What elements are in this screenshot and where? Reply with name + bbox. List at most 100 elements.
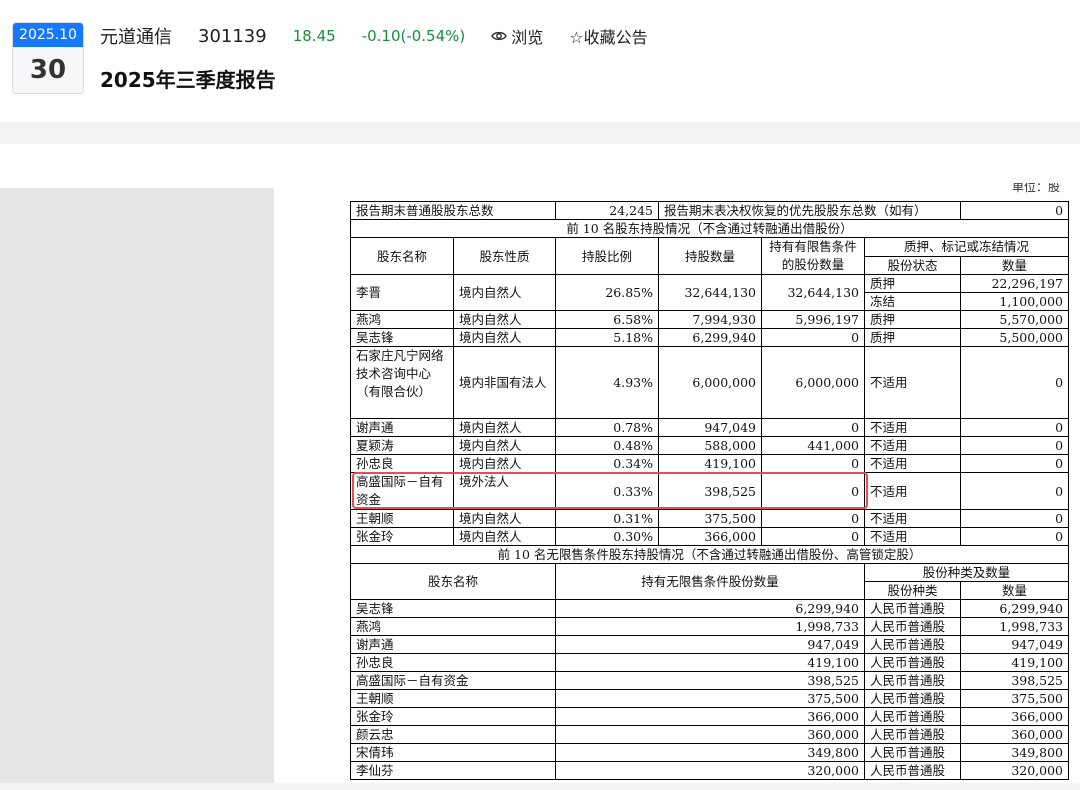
stock-change: -0.10(-0.54%) <box>361 27 466 45</box>
date-badge: 2025.10 30 <box>12 22 84 94</box>
holder-nature: 境外法人 <box>452 472 557 510</box>
browse-button[interactable]: 浏览 <box>491 24 543 48</box>
column-header: 持股比例 <box>555 237 660 275</box>
holding-ratio: 26.85% <box>555 274 660 311</box>
unrestricted-qty: 419,100 <box>555 653 866 672</box>
summary-row: 报告期末普通股股东总数 24,245 报告期末表决权恢复的优先股股东总数（如有） 0 <box>349 201 1070 220</box>
pledge-status: 不适用 <box>864 418 962 437</box>
table-row: 李晋 境内自然人 26.85% 32,644,130 32,644,130 质押 22,29… <box>350 274 1070 311</box>
holder-nature: 境内自然人 <box>452 328 557 347</box>
table-row: 燕鸿 1,998,733 人民币普通股 1,998,733 <box>349 617 1070 636</box>
share-type: 人民币普通股 <box>864 689 962 708</box>
table-header-row: 股东名称 持有无限售条件股份数量 股份种类及数量 <box>349 563 1070 600</box>
pledge-status: 不适用 <box>864 346 962 419</box>
pledge-status: 不适用 <box>864 527 962 546</box>
table-row: 燕鸿 境内自然人 6.58% 7,994,930 5,996,197 质押 5,570,00… <box>350 310 1070 329</box>
section-title: 前 10 名无限售条件股东持股情况（不含通过转融通出借股份、高管锁定股） <box>349 545 1070 564</box>
restricted-qty: 5,996,197 <box>761 310 866 329</box>
pledge-status: 质押 <box>864 328 962 347</box>
share-type: 人民币普通股 <box>864 761 962 780</box>
pledge-qty: 22,296,197 <box>960 274 1070 293</box>
holder-name: 吴志锋 <box>350 328 454 347</box>
holder-nature: 境内非国有法人 <box>452 346 557 419</box>
holding-ratio: 0.48% <box>555 436 660 455</box>
restricted-qty: 0 <box>761 527 866 546</box>
holding-qty: 6,000,000 <box>658 346 763 419</box>
pledge-status: 不适用 <box>864 472 962 510</box>
viewer-side-panel <box>0 188 274 790</box>
section-title-row: 前 10 名无限售条件股东持股情况（不含通过转融通出借股份、高管锁定股） <box>349 545 1070 564</box>
section-divider <box>0 122 1080 144</box>
table-row: 张金玲 境内自然人 0.30% 366,000 0 不适用 0 <box>350 527 1070 546</box>
restricted-qty: 0 <box>761 509 866 528</box>
holding-ratio: 4.93% <box>555 346 660 419</box>
holder-name: 张金玲 <box>349 707 557 726</box>
summary-value: 24,245 <box>555 201 660 220</box>
holder-name: 夏颖涛 <box>350 436 454 455</box>
share-type: 人民币普通股 <box>864 725 962 744</box>
holder-nature: 境内自然人 <box>452 310 557 329</box>
unrestricted-qty: 360,000 <box>555 725 866 744</box>
table-row: 吴志锋 6,299,940 人民币普通股 6,299,940 <box>349 599 1070 618</box>
restricted-qty: 32,644,130 <box>761 274 866 311</box>
holder-name: 孙忠良 <box>350 454 454 473</box>
bottom-strip <box>0 783 1080 790</box>
restricted-qty: 0 <box>761 472 866 510</box>
pledge-qty: 0 <box>960 509 1070 528</box>
share-type: 人民币普通股 <box>864 635 962 654</box>
table-row: 石家庄凡宁网络技术咨询中心（有限合伙） 境内非国有法人 4.93% 6,000,000… <box>350 346 1070 419</box>
holding-ratio: 0.78% <box>555 418 660 437</box>
stock-code[interactable]: 301139 <box>198 26 267 47</box>
table-row: 谢声通 947,049 人民币普通股 947,049 <box>349 635 1070 654</box>
holding-ratio: 0.30% <box>555 527 660 546</box>
column-header: 数量 <box>960 255 1070 275</box>
holding-qty: 947,049 <box>658 418 763 437</box>
holding-ratio: 0.34% <box>555 454 660 473</box>
favorite-button[interactable]: ☆收藏公告 <box>569 24 647 48</box>
pledge-status: 不适用 <box>864 509 962 528</box>
holder-nature: 境内自然人 <box>452 418 557 437</box>
holder-name: 燕鸿 <box>349 617 557 636</box>
table-header-row: 股东名称 股东性质 持股比例 持股数量 持有有限售条件的股份数量 质押、标记或冻结情况 <box>350 237 1070 275</box>
table-row: 孙忠良 419,100 人民币普通股 419,100 <box>349 653 1070 672</box>
eye-icon <box>491 31 508 41</box>
holding-ratio: 6.58% <box>555 310 660 329</box>
holder-name: 颜云忠 <box>349 725 557 744</box>
holding-qty: 588,000 <box>658 436 763 455</box>
date-year-month: 2025.10 <box>13 23 83 47</box>
holding-ratio: 0.31% <box>555 509 660 528</box>
holding-qty: 375,500 <box>658 509 763 528</box>
unrestricted-qty: 320,000 <box>555 761 866 780</box>
restricted-qty: 0 <box>761 454 866 473</box>
share-type-qty: 398,525 <box>960 671 1070 690</box>
share-type-qty: 947,049 <box>960 635 1070 654</box>
pledge-qty: 0 <box>960 472 1070 510</box>
holding-ratio: 0.33% <box>555 472 660 510</box>
unit-note: 单位：股 <box>1012 183 1061 194</box>
summary-label: 报告期末表决权恢复的优先股股东总数（如有） <box>658 201 962 220</box>
table-row: 宋倩玮 349,800 人民币普通股 349,800 <box>349 743 1070 762</box>
pledge-qty: 5,500,000 <box>960 328 1070 347</box>
pledge-status: 质押 <box>864 310 962 329</box>
table-row: 王朝顺 375,500 人民币普通股 375,500 <box>349 689 1070 708</box>
holder-name: 石家庄凡宁网络技术咨询中心（有限合伙） <box>350 346 454 419</box>
holding-qty: 366,000 <box>658 527 763 546</box>
favorite-label: ☆收藏公告 <box>569 28 648 47</box>
restricted-qty: 0 <box>761 328 866 347</box>
pledge-qty: 0 <box>960 527 1070 546</box>
stock-name[interactable]: 元道通信 <box>100 23 172 49</box>
holding-qty: 419,100 <box>658 454 763 473</box>
table-row: 王朝顺 境内自然人 0.31% 375,500 0 不适用 0 <box>350 509 1070 528</box>
pledge-status: 冻结 <box>864 292 962 311</box>
share-type-qty: 375,500 <box>960 689 1070 708</box>
column-header: 质押、标记或冻结情况 <box>864 237 1070 257</box>
share-type: 人民币普通股 <box>864 671 962 690</box>
stock-price: 18.45 <box>292 27 336 45</box>
column-header: 持有无限售条件股份数量 <box>555 563 866 600</box>
table-row: 夏颖涛 境内自然人 0.48% 588,000 441,000 不适用 0 <box>350 436 1070 455</box>
pledge-qty: 1,100,000 <box>960 292 1070 311</box>
holder-name: 王朝顺 <box>350 509 454 528</box>
column-header: 持有有限售条件的股份数量 <box>761 237 866 275</box>
column-header: 股份种类及数量 <box>864 563 1070 582</box>
unrestricted-qty: 349,800 <box>555 743 866 762</box>
